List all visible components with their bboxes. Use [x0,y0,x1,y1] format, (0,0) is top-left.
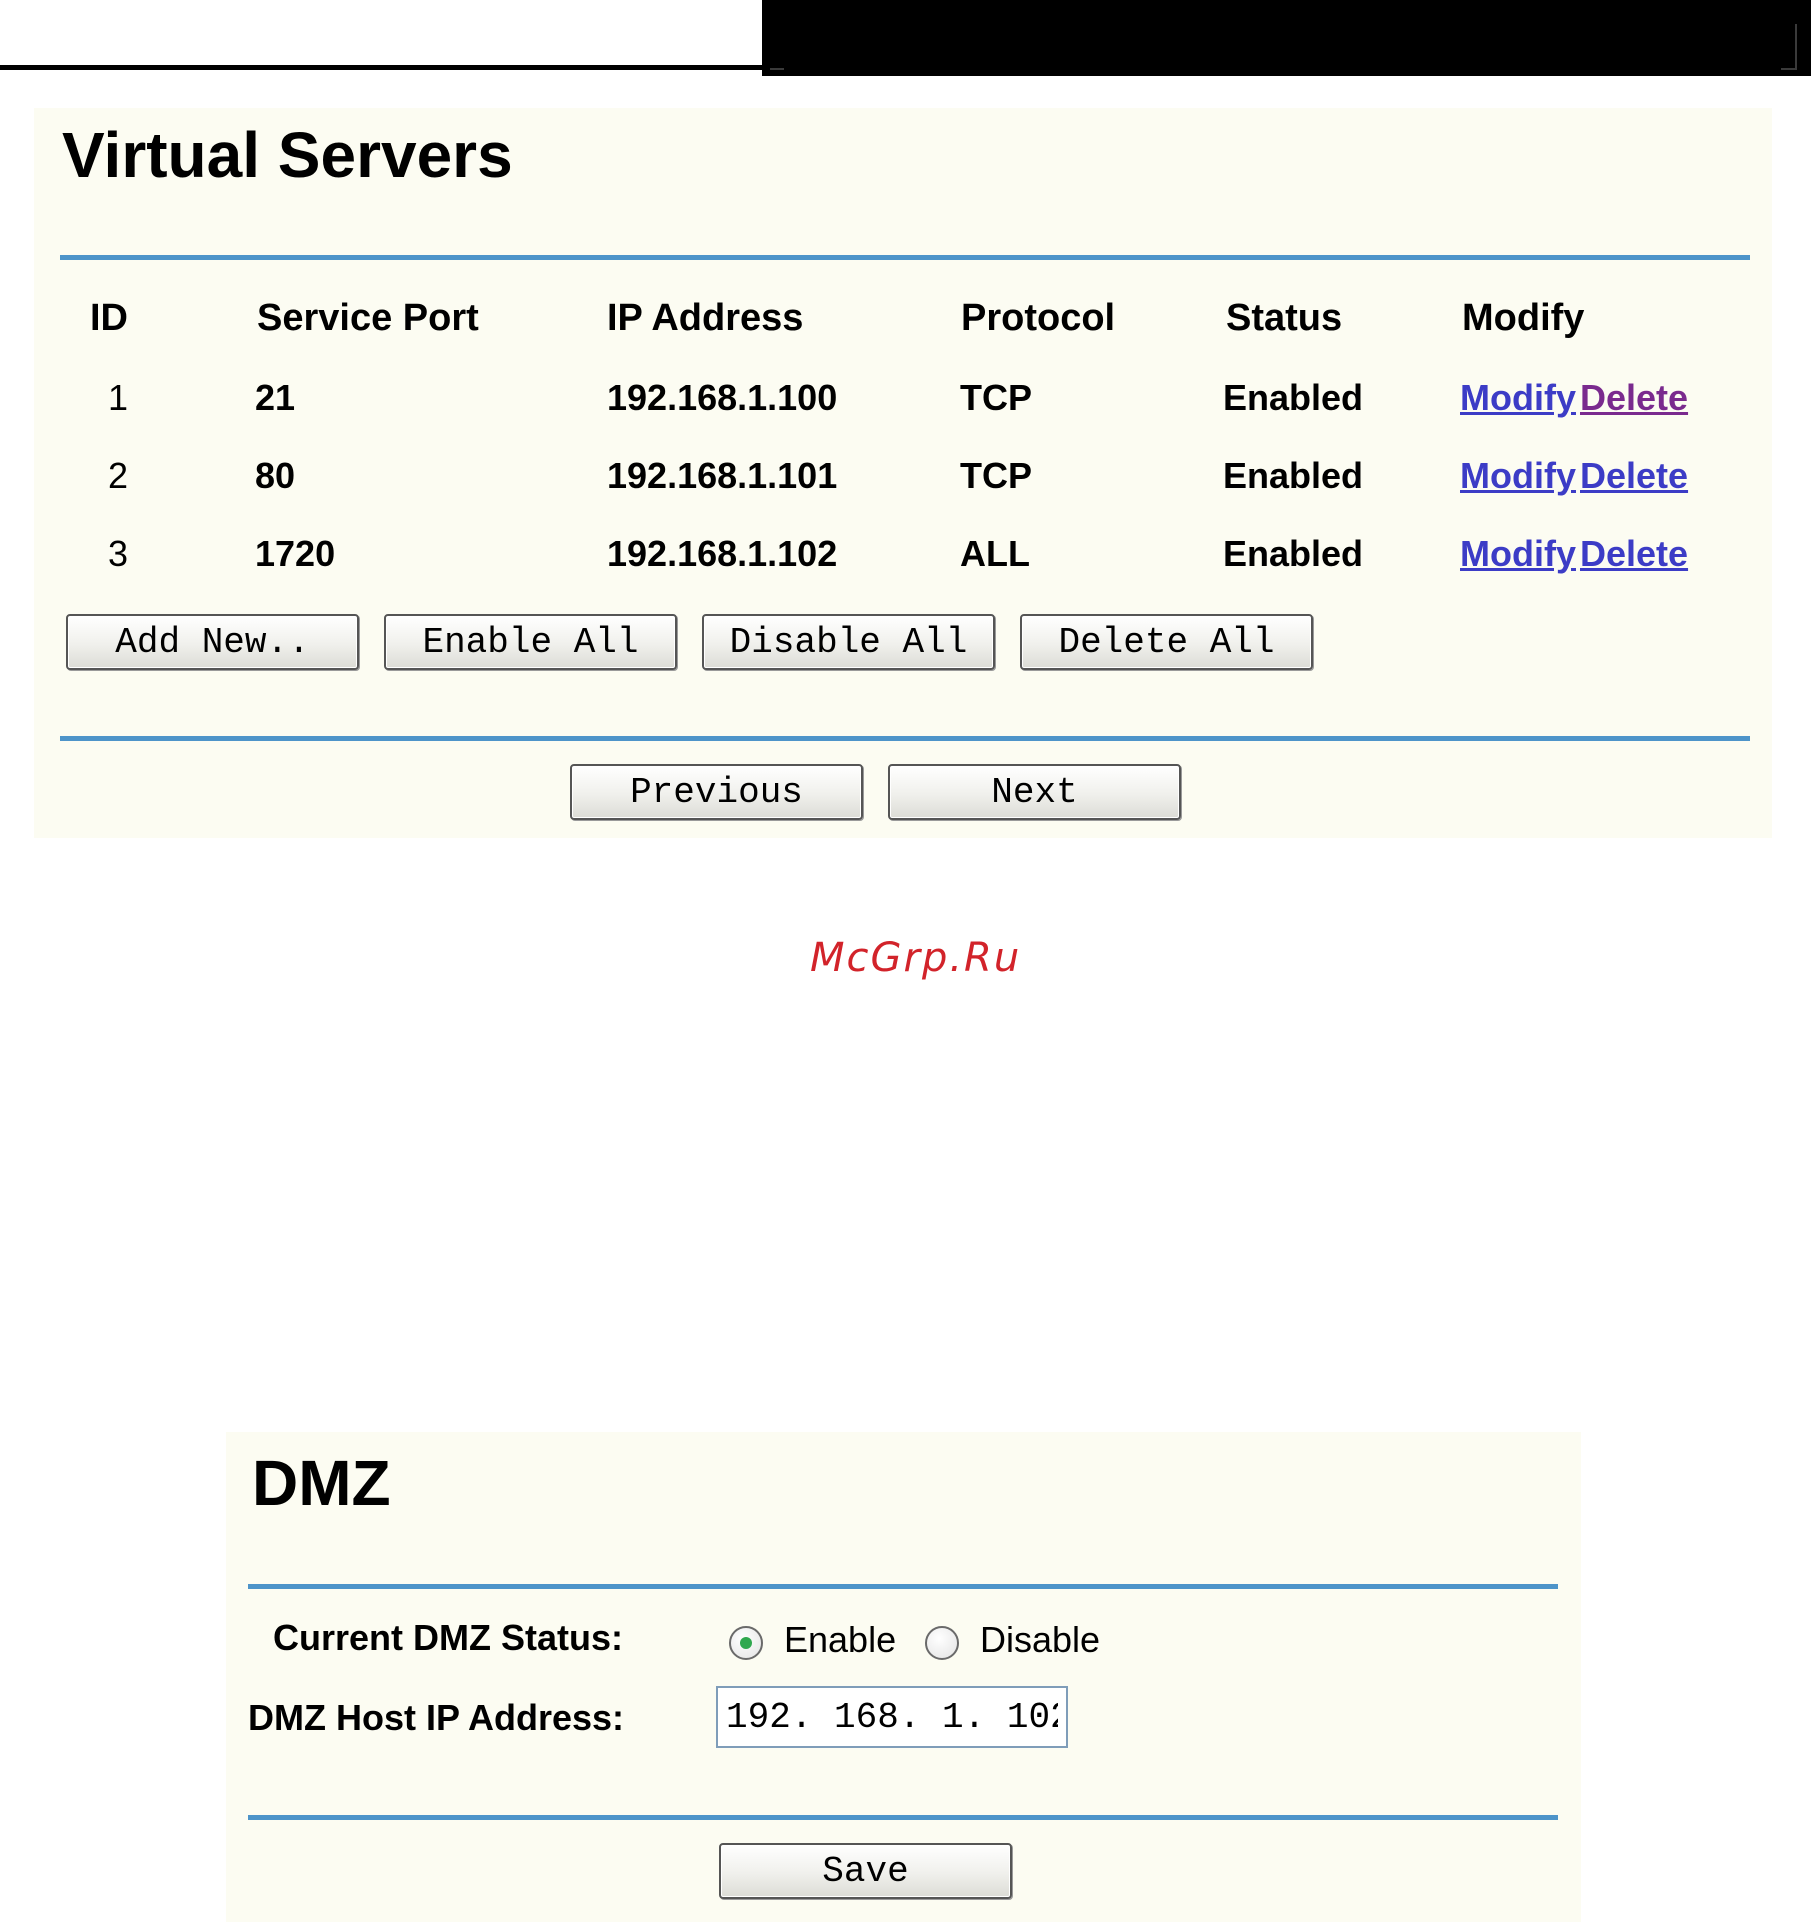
divider [60,255,1750,260]
dmz-status-label: Current DMZ Status: [273,1617,623,1658]
row-service-port: 1720 [255,533,336,574]
column-header-id: ID [90,297,128,339]
add-new-button[interactable]: Add New.. [66,614,359,670]
column-header-service-port: Service Port [257,297,479,339]
row-protocol: TCP [960,455,1032,496]
modify-link[interactable]: Modify [1460,377,1576,419]
row-ip-address: 192.168.1.102 [607,533,838,574]
delete-link[interactable]: Delete [1580,455,1688,497]
row-status: Enabled [1223,455,1364,496]
watermark-text: McGrp.Ru [810,935,1022,981]
delete-all-button[interactable]: Delete All [1020,614,1313,670]
previous-button[interactable]: Previous [570,764,863,820]
dmz-host-ip-label: DMZ Host IP Address: [248,1697,625,1738]
column-header-modify: Modify [1462,297,1585,339]
crop-mark [770,68,784,70]
delete-link[interactable]: Delete [1580,377,1688,419]
modify-link[interactable]: Modify [1460,533,1576,575]
page-title: Virtual Servers [62,119,513,191]
row-ip-address: 192.168.1.100 [607,377,838,418]
enable-all-button[interactable]: Enable All [384,614,677,670]
enable-radio[interactable] [729,1626,763,1660]
row-service-port: 21 [255,377,296,418]
divider [248,1815,1558,1820]
row-id: 1 [108,377,129,418]
header-bar-left [0,0,762,70]
row-id: 3 [108,533,129,574]
radio-selected-dot [740,1637,752,1649]
row-id: 2 [108,455,129,496]
divider [248,1584,1558,1589]
delete-link[interactable]: Delete [1580,533,1688,575]
disable-radio-label: Disable [980,1619,1101,1660]
enable-radio-label: Enable [784,1619,897,1660]
crop-mark [1781,68,1797,70]
column-header-protocol: Protocol [961,297,1116,339]
row-service-port: 80 [255,455,296,496]
disable-all-button[interactable]: Disable All [702,614,995,670]
column-header-status: Status [1226,297,1343,339]
column-header-ip-address: IP Address [607,297,804,339]
next-button[interactable]: Next [888,764,1181,820]
dmz-host-ip-input[interactable] [716,1686,1068,1748]
crop-mark [1795,24,1797,70]
row-protocol: ALL [960,533,1030,574]
header-bar-right [762,0,1811,76]
row-ip-address: 192.168.1.101 [607,455,838,496]
save-button[interactable]: Save [719,1843,1012,1899]
row-status: Enabled [1223,377,1364,418]
divider [60,736,1750,741]
row-status: Enabled [1223,533,1364,574]
row-protocol: TCP [960,377,1032,418]
modify-link[interactable]: Modify [1460,455,1576,497]
dmz-title: DMZ [252,1447,391,1519]
disable-radio[interactable] [925,1626,959,1660]
